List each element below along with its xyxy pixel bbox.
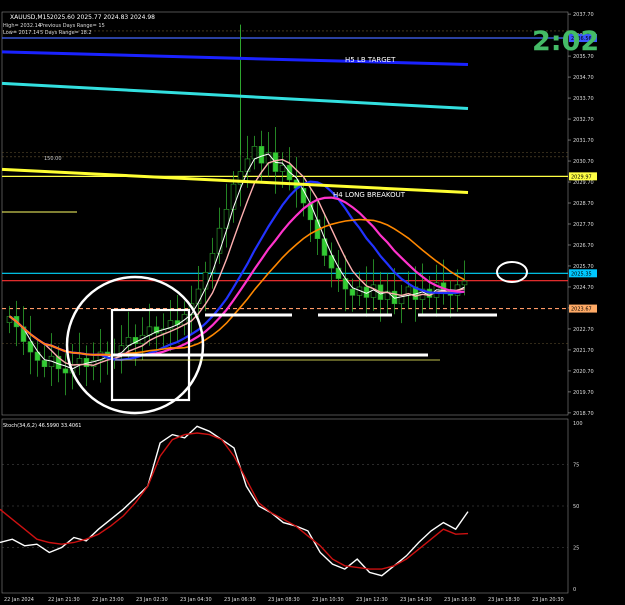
price-tick-label: 2031.70: [573, 138, 594, 144]
candle: [230, 183, 237, 210]
moving-average-line: [9, 153, 465, 370]
ohlc-label: 2025.60 2025.77 2024.83 2024.98: [50, 14, 155, 21]
time-tick-label: 22 Jan 23:00: [92, 597, 124, 603]
price-tag-label: 2025.35: [571, 271, 592, 277]
trading-chart[interactable]: 2037.702036.702035.702034.702033.702032.…: [0, 0, 625, 605]
time-tick-label: 23 Jan 04:30: [180, 597, 212, 603]
price-tick-label: 2024.70: [573, 285, 594, 291]
info-high: High= 2032.14: [3, 23, 41, 29]
price-tick-label: 2029.70: [573, 180, 594, 186]
stoch-tick-label: 75: [573, 463, 579, 469]
ema-cyan-line: [1, 81, 469, 111]
candle: [41, 360, 48, 368]
price-tick-label: 2018.70: [573, 411, 594, 417]
candle: [461, 280, 468, 286]
stoch-tick-label: 100: [573, 421, 583, 427]
candle: [209, 253, 216, 273]
info-prev-range: Previous Days Range= 15: [40, 23, 105, 29]
candle: [251, 146, 258, 160]
price-tick-label: 2027.70: [573, 222, 594, 228]
stochastic-panel[interactable]: [0, 425, 469, 577]
h5-target-label: H5 LB TARGET: [345, 56, 396, 64]
time-tick-label: 23 Jan 02:30: [136, 597, 168, 603]
price-tick-label: 2025.70: [573, 264, 594, 270]
time-tick-label: 23 Jan 12:30: [356, 597, 388, 603]
candle: [62, 368, 69, 374]
candle: [244, 158, 251, 172]
price-tick-label: 2034.70: [573, 75, 594, 81]
price-tick-label: 2033.70: [573, 96, 594, 102]
price-tick-label: 2022.70: [573, 327, 594, 333]
price-tick-label: 2026.70: [573, 243, 594, 249]
moving-average-line: [8, 196, 465, 357]
info-5d-range: 5 Days Range= 18.2: [40, 30, 92, 36]
price-tick-label: 2037.70: [573, 12, 594, 18]
symbol-label: XAUUSD,M15: [10, 14, 50, 21]
time-tick-label: 22 Jan 2024: [4, 597, 34, 603]
time-tick-label: 23 Jan 08:30: [268, 597, 300, 603]
stoch-tick-label: 50: [573, 504, 579, 510]
ema-blue-line: [1, 50, 469, 66]
price-tick-label: 2020.70: [573, 369, 594, 375]
time-tick-label: 23 Jan 20:30: [532, 597, 564, 603]
moving-average-line: [9, 218, 465, 356]
price-panel[interactable]: [1, 24, 568, 415]
stochastic-line: [0, 425, 469, 577]
time-tick-label: 23 Jan 16:30: [444, 597, 476, 603]
stoch-tick-label: 0: [573, 587, 576, 593]
price-tick-label: 2021.70: [573, 348, 594, 354]
price-tick-label: 2028.70: [573, 201, 594, 207]
price-tick-label: 2030.70: [573, 159, 594, 165]
candle: [258, 146, 265, 164]
price-tick-label: 2019.70: [573, 390, 594, 396]
level-label: 150.00: [44, 156, 62, 162]
price-tag-label: 2023.67: [571, 307, 592, 313]
candle: [202, 271, 209, 290]
price-tick-label: 2032.70: [573, 117, 594, 123]
candle: [279, 164, 286, 172]
countdown-timer: 2:02: [532, 26, 599, 57]
info-low: Low= 2017.14: [3, 30, 39, 36]
time-tick-label: 22 Jan 21:30: [48, 597, 80, 603]
time-tick-label: 23 Jan 10:30: [312, 597, 344, 603]
h4-breakout-label: H4 LONG BREAKOUT: [333, 191, 406, 199]
stochastic-line: [0, 432, 469, 570]
time-tick-label: 23 Jan 14:30: [400, 597, 432, 603]
time-tick-label: 23 Jan 18:30: [488, 597, 520, 603]
candle: [216, 227, 223, 254]
annotation-ellipse: [496, 261, 528, 283]
moving-average-line: [8, 180, 465, 361]
time-tick-label: 23 Jan 06:30: [224, 597, 256, 603]
stoch-tick-label: 25: [573, 546, 579, 552]
candle: [76, 358, 83, 365]
candle: [349, 288, 356, 296]
stoch-title: Stoch(34,6,2) 46.5990 33.4061: [3, 423, 81, 429]
price-tag-label: 2029.97: [571, 174, 592, 180]
